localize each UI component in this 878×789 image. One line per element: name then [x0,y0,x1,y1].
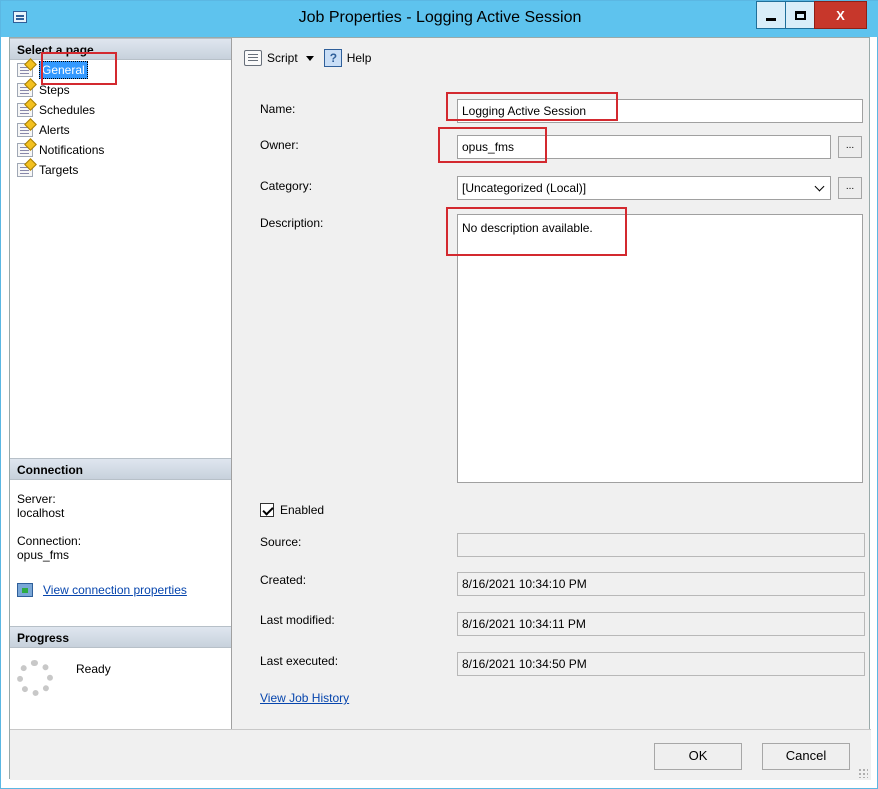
script-label: Script [267,51,298,65]
page-label-targets: Targets [39,163,79,177]
category-label: Category: [260,179,313,193]
resize-grip-icon[interactable] [858,768,868,778]
select-page-panel: Select a page General Steps Schedules Al… [10,38,232,729]
last-modified-label: Last modified: [260,613,335,627]
source-field [457,533,865,557]
category-browse-button[interactable]: ... [838,177,862,199]
chevron-down-icon [814,181,825,192]
progress-status: Ready [76,662,111,676]
targets-page-icon [17,163,33,177]
description-label: Description: [260,216,324,230]
category-select[interactable]: [Uncategorized (Local)] [457,176,831,200]
progress-spinner-icon [17,660,53,696]
page-item-schedules[interactable]: Schedules [17,100,217,120]
page-label-notifications: Notifications [39,143,105,157]
dialog-footer: OK Cancel [10,729,871,780]
source-label: Source: [260,535,302,549]
enabled-checkbox-control[interactable]: Enabled [260,503,324,517]
last-executed-label: Last executed: [260,654,339,668]
cancel-button[interactable]: Cancel [762,743,850,770]
notifications-page-icon [17,143,33,157]
script-button[interactable]: Script [244,50,314,66]
alerts-page-icon [17,123,33,137]
progress-header: Progress [10,626,231,648]
view-job-history-link[interactable]: View Job History [260,691,349,705]
view-connection-properties-label: View connection properties [43,583,187,597]
created-field: 8/16/2021 10:34:10 PM [457,572,865,596]
connection-label: Connection: [17,534,82,548]
job-properties-window: Job Properties - Logging Active Session … [0,0,878,789]
owner-label: Owner: [260,138,299,152]
chevron-down-icon [305,55,314,61]
script-icon [244,50,262,66]
help-icon [323,49,342,67]
name-field[interactable]: Logging Active Session [457,99,863,123]
last-modified-field: 8/16/2021 10:34:11 PM [457,612,865,636]
page-label-general: General [39,61,88,79]
maximize-icon [794,10,806,20]
description-textarea[interactable]: No description available. [457,214,863,483]
page-item-alerts[interactable]: Alerts [17,120,217,140]
general-page-panel: Script Help Name: Logging Active Session… [232,38,869,729]
enabled-label: Enabled [280,503,325,517]
select-page-header: Select a page [10,38,231,60]
name-label: Name: [260,102,296,116]
title-bar: Job Properties - Logging Active Session … [1,1,878,37]
help-label: Help [346,51,372,65]
schedules-page-icon [17,103,33,117]
page-label-schedules: Schedules [39,103,96,117]
page-label-alerts: Alerts [39,123,70,137]
page-label-steps: Steps [39,83,70,97]
steps-page-icon [17,83,33,97]
connection-header: Connection [10,458,231,480]
enabled-checkbox[interactable] [260,503,274,517]
toolbar: Script Help [232,38,869,78]
dialog-client-area: Select a page General Steps Schedules Al… [9,37,871,780]
last-executed-field: 8/16/2021 10:34:50 PM [457,652,865,676]
owner-field[interactable]: opus_fms [457,135,831,159]
created-label: Created: [260,573,307,587]
server-value: localhost [17,506,65,520]
connection-details: Server: localhost Connection: opus_fms [17,492,227,562]
page-item-general[interactable]: General [17,60,217,80]
category-selected-value: [Uncategorized (Local)] [462,181,587,195]
owner-browse-button[interactable]: ... [838,136,862,158]
view-connection-properties-link[interactable]: View connection properties [17,583,187,597]
page-item-notifications[interactable]: Notifications [17,140,217,160]
ok-button[interactable]: OK [654,743,742,770]
maximize-button[interactable] [785,1,815,29]
close-button[interactable]: X [814,1,867,29]
minimize-button[interactable] [756,1,786,29]
server-label: Server: [17,492,56,506]
help-button[interactable]: Help [323,49,372,67]
window-title: Job Properties - Logging Active Session [298,9,582,26]
page-item-steps[interactable]: Steps [17,80,217,100]
general-page-icon [17,63,33,77]
page-item-targets[interactable]: Targets [17,160,217,180]
connection-properties-icon [17,583,33,597]
minimize-icon [766,17,776,21]
connection-value: opus_fms [17,548,70,562]
close-icon: X [836,7,845,23]
page-list: General Steps Schedules Alerts Notificat… [17,60,217,180]
